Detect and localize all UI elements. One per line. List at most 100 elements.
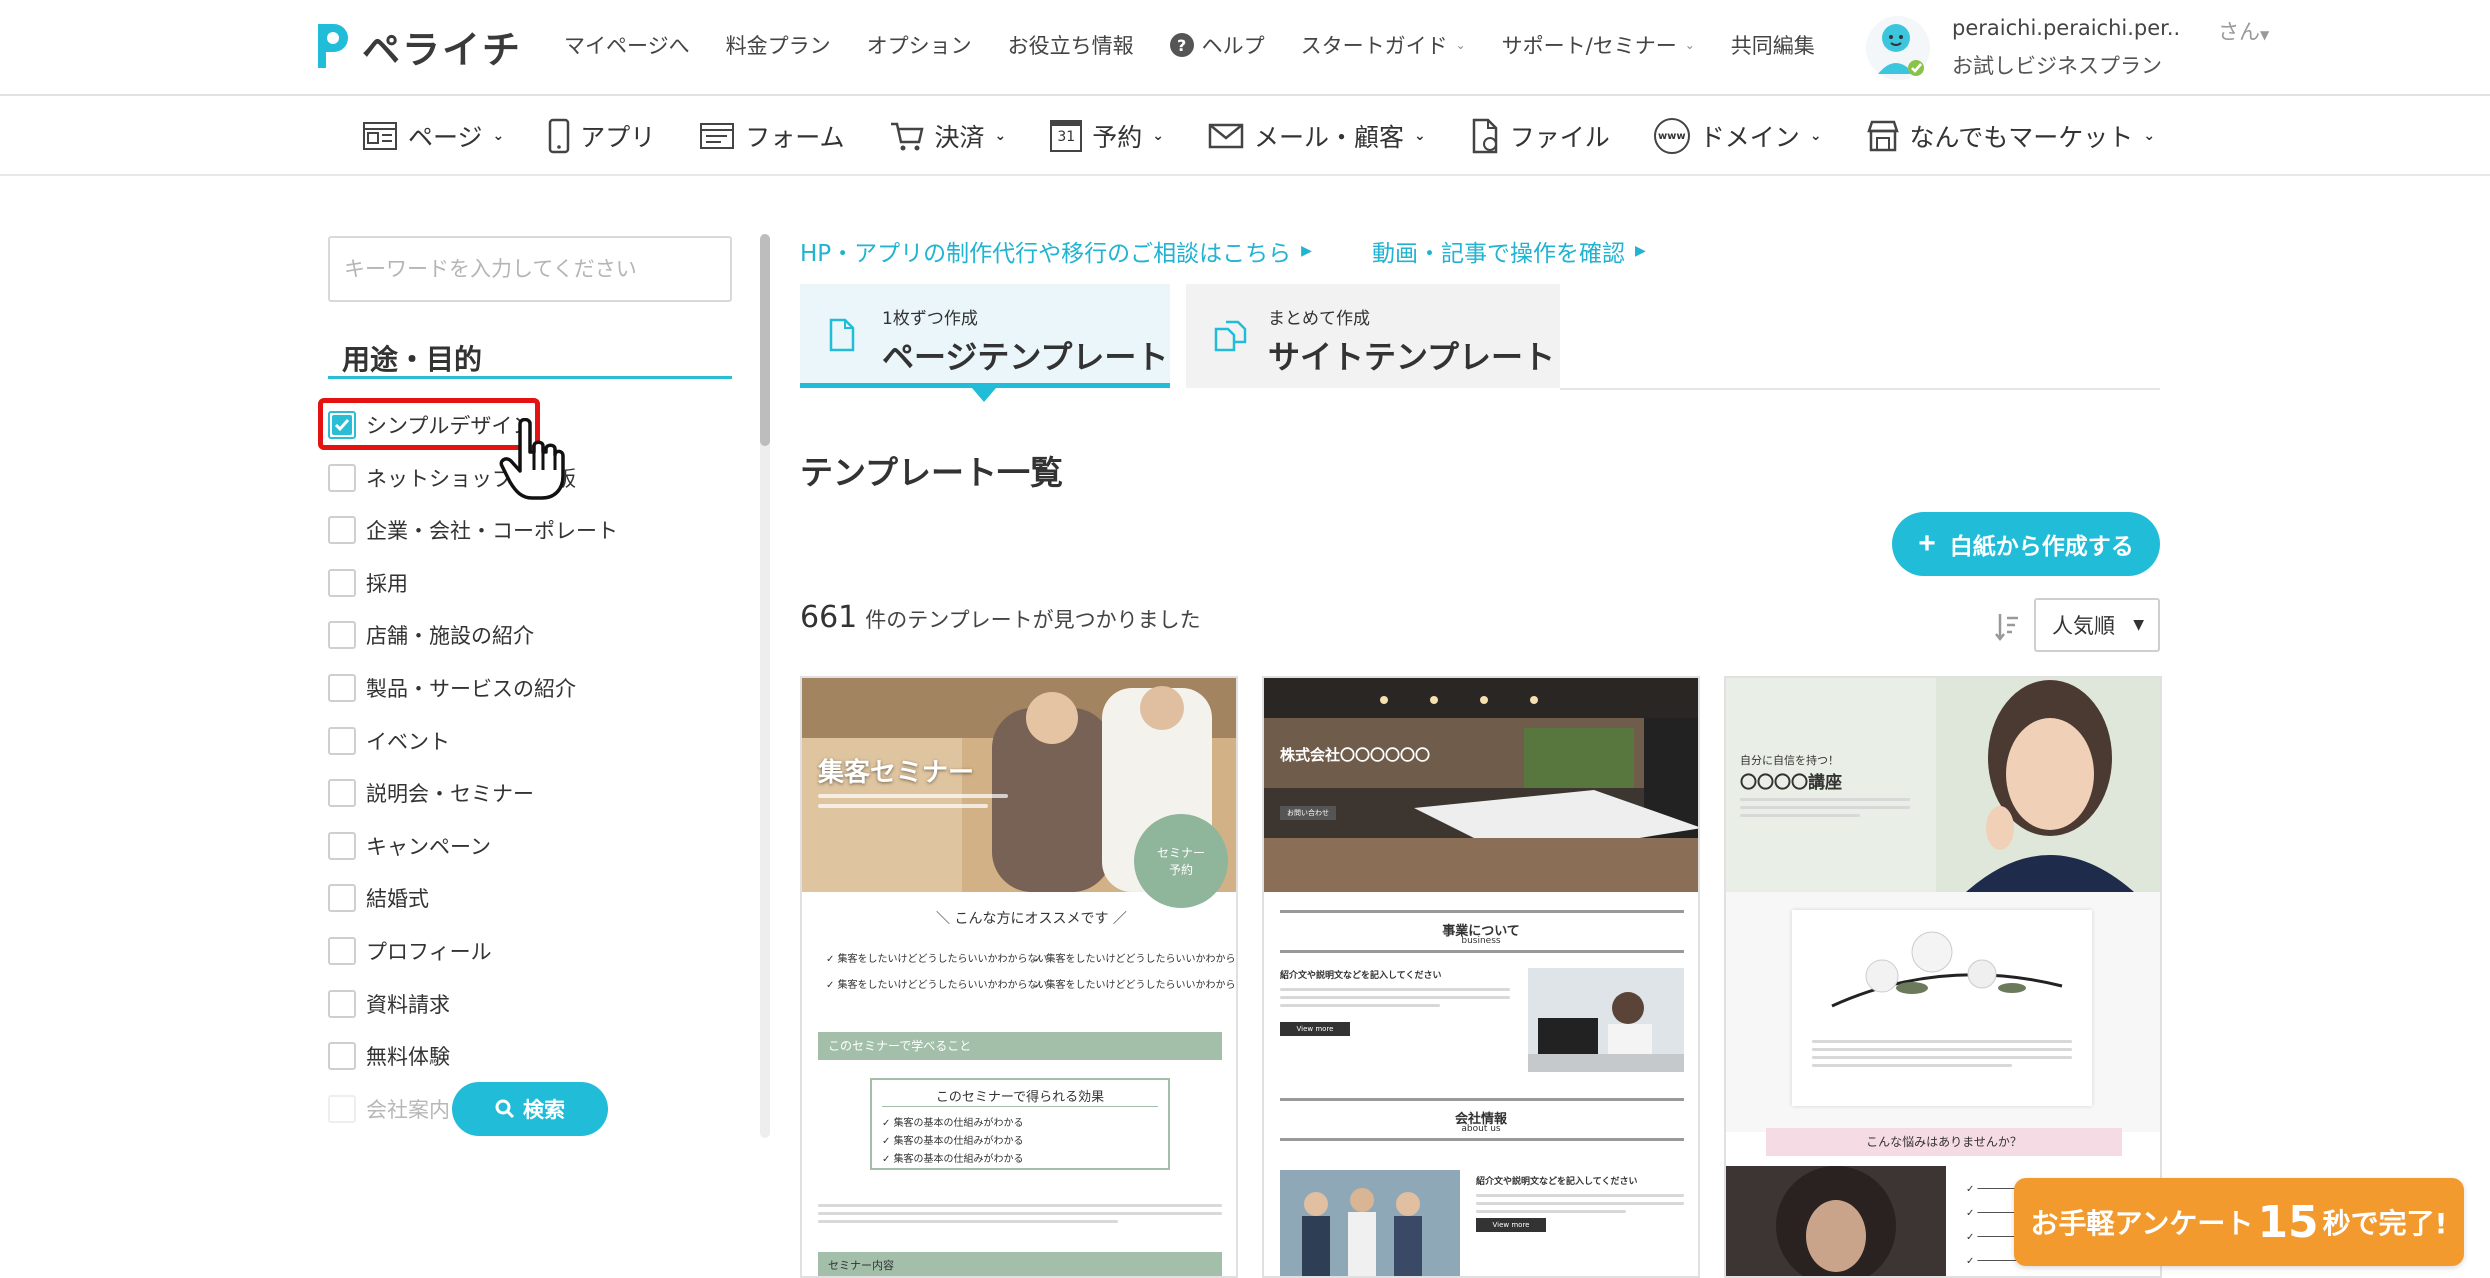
card-section-heading: ＼ こんな方にオススメです ／ — [936, 911, 1127, 927]
text-placeholder — [1280, 996, 1510, 999]
keyword-search-input[interactable] — [328, 236, 732, 302]
menu-market[interactable]: なんでもマーケット ⌄ — [1866, 118, 2155, 154]
menu-label: 予約 — [1092, 123, 1143, 152]
filter-checkbox-row[interactable]: 説明会・セミナー — [328, 775, 534, 811]
office-hero-photo — [1264, 678, 1698, 892]
filter-checkbox-row[interactable]: イベント — [328, 723, 450, 759]
topnav-start-guide[interactable]: スタートガイド ⌄ — [1301, 30, 1466, 60]
checkbox[interactable] — [328, 516, 356, 544]
effect-item: ✓ 集客の基本の仕組みがわかる — [882, 1154, 1024, 1165]
checkbox[interactable] — [328, 937, 356, 965]
tutorial-link[interactable]: 動画・記事で操作を確認 ▶ — [1372, 234, 1646, 268]
filter-checkbox-row[interactable]: 無料体験 — [328, 1038, 450, 1074]
menu-mail[interactable]: メール・顧客 ⌄ — [1208, 118, 1426, 154]
check-item: ✓ 集客をしたいけどどうしたらいいかわからない — [1034, 980, 1238, 991]
checkbox[interactable] — [328, 779, 356, 807]
menu-domain[interactable]: www ドメイン ⌄ — [1653, 118, 1822, 154]
check-icon: ✓ — [882, 1154, 894, 1165]
filter-checkbox-row[interactable]: キャンペーン — [328, 828, 491, 864]
seminar-band: このセミナーで学べること — [818, 1032, 1222, 1060]
filter-checkbox-row[interactable]: 店舗・施設の紹介 — [328, 617, 534, 653]
menu-form[interactable]: フォーム — [699, 118, 845, 154]
survey-banner[interactable]: お手軽アンケート 15 秒で完了! — [2014, 1178, 2464, 1266]
feature-menu: ページ ⌄ アプリ フォーム 決済 ⌄ 31 予約 ⌄ メール・顧客 ⌄ ファイル ww… — [362, 114, 2155, 158]
link-label: 動画・記事で操作を確認 — [1371, 241, 1625, 267]
checkbox[interactable] — [328, 1095, 356, 1123]
chevron-down-icon: ⌄ — [492, 128, 505, 144]
check-icon: ✓ — [882, 1118, 894, 1129]
menu-label: 決済 — [934, 123, 985, 152]
topnav-support[interactable]: サポート/セミナー ⌄ — [1502, 30, 1695, 60]
text-placeholder — [818, 794, 1008, 798]
check-icon: ✓ — [1034, 954, 1046, 965]
topnav-help[interactable]: ? ヘルプ — [1169, 30, 1265, 60]
chevron-down-icon: ⌄ — [1455, 38, 1466, 52]
section-rule — [1280, 910, 1684, 913]
topnav-label: オプション — [866, 34, 972, 58]
menu-page[interactable]: ページ ⌄ — [362, 118, 504, 154]
topnav-coedit[interactable]: 共同編集 — [1731, 30, 1815, 60]
topnav-options[interactable]: オプション — [867, 30, 972, 60]
tab-label: サイトテンプレート — [1268, 338, 1556, 376]
pointer-hand-icon — [498, 417, 568, 502]
sort-order-select[interactable]: 人気順 ▼ — [2034, 598, 2160, 652]
checkbox[interactable] — [328, 990, 356, 1018]
section-subtitle: business — [1461, 936, 1501, 946]
check-item: ✓ 集客をしたいけどどうしたらいいかわからない — [826, 954, 1048, 965]
user-avatar[interactable] — [1866, 16, 1930, 80]
sort-icon[interactable] — [1994, 610, 2020, 642]
menu-payment[interactable]: 決済 ⌄ — [889, 118, 1006, 154]
globe-icon: www — [1653, 118, 1690, 154]
filter-checkbox-row[interactable]: 企業・会社・コーポレート — [328, 512, 618, 548]
topnav-label: 共同編集 — [1730, 34, 1815, 58]
checkbox[interactable] — [328, 569, 356, 597]
filter-checkbox-row[interactable]: プロフィール — [328, 933, 492, 969]
menu-app[interactable]: アプリ — [548, 118, 655, 154]
consultation-link[interactable]: HP・アプリの制作代行や移行のご相談はこちら ▶ — [800, 234, 1312, 268]
filter-checkbox-row[interactable]: 採用 — [328, 565, 408, 601]
menu-file[interactable]: ファイル — [1470, 118, 1610, 154]
create-blank-button[interactable]: + 白紙から作成する — [1892, 512, 2160, 576]
peraichi-logo[interactable]: ペライチ — [312, 18, 522, 74]
checkbox[interactable] — [328, 464, 356, 492]
section-rule — [1280, 1098, 1684, 1101]
mail-icon — [1208, 123, 1244, 149]
documents-icon — [1214, 320, 1247, 352]
tab-site-template[interactable]: まとめて作成 サイトテンプレート — [1186, 284, 1560, 388]
checkbox[interactable] — [328, 832, 356, 860]
checkbox[interactable] — [328, 674, 356, 702]
filter-checkbox-row[interactable]: 結婚式 — [328, 880, 429, 916]
chevron-down-icon: ⌄ — [1684, 38, 1695, 52]
topnav-pricing[interactable]: 料金プラン — [726, 30, 831, 60]
text-placeholder — [1740, 806, 1910, 809]
template-card-corporate[interactable]: 株式会社〇〇〇〇〇〇 お問い合わせ 事業について business 紹介文や説明… — [1262, 676, 1700, 1278]
survey-seconds: 15 — [2257, 1196, 2319, 1248]
create-blank-label: 白紙から作成する — [1949, 533, 2134, 559]
effects-box-title: このセミナーで得られる効果 — [935, 1090, 1105, 1105]
template-list-title: テンプレート一覧 — [800, 453, 1064, 492]
sidebar-scroll-thumb[interactable] — [760, 234, 770, 446]
topnav-mypage[interactable]: マイページへ — [564, 30, 690, 60]
checkbox[interactable] — [328, 1042, 356, 1070]
chevron-down-icon: ⌄ — [1809, 128, 1822, 144]
checkbox[interactable] — [328, 621, 356, 649]
section-lead: 紹介文や説明文などを記入してください — [1476, 1177, 1638, 1187]
section-rule — [1280, 950, 1684, 953]
filter-checkbox-row[interactable]: 会社案内 — [328, 1091, 450, 1127]
checkbox[interactable] — [328, 884, 356, 912]
search-button[interactable]: 検索 — [452, 1082, 608, 1136]
template-card-seminar[interactable]: 集客セミナー セミナー 予約 ＼ こんな方にオススメです ／ ✓ 集客をしたいけ… — [800, 676, 1238, 1278]
topnav-tips[interactable]: お役立ち情報 — [1008, 30, 1134, 60]
plus-icon: + — [1918, 527, 1936, 560]
tab-page-template[interactable]: 1枚ずつ作成 ページテンプレート — [800, 284, 1170, 388]
user-name[interactable]: peraichi.peraichi.per.. — [1952, 16, 2180, 40]
seminar-content-band: セミナー内容 — [818, 1252, 1222, 1276]
section-lead: 紹介文や説明文などを記入してください — [1280, 971, 1442, 981]
user-menu-toggle[interactable]: さん▼ — [2218, 16, 2269, 46]
text-placeholder — [1740, 798, 1910, 801]
filter-checkbox-row[interactable]: 製品・サービスの紹介 — [328, 670, 576, 706]
filter-checkbox-row[interactable]: 資料請求 — [328, 986, 450, 1022]
menu-reservation[interactable]: 31 予約 ⌄ — [1050, 118, 1164, 154]
text-placeholder — [818, 1220, 1118, 1223]
checkbox[interactable] — [328, 727, 356, 755]
